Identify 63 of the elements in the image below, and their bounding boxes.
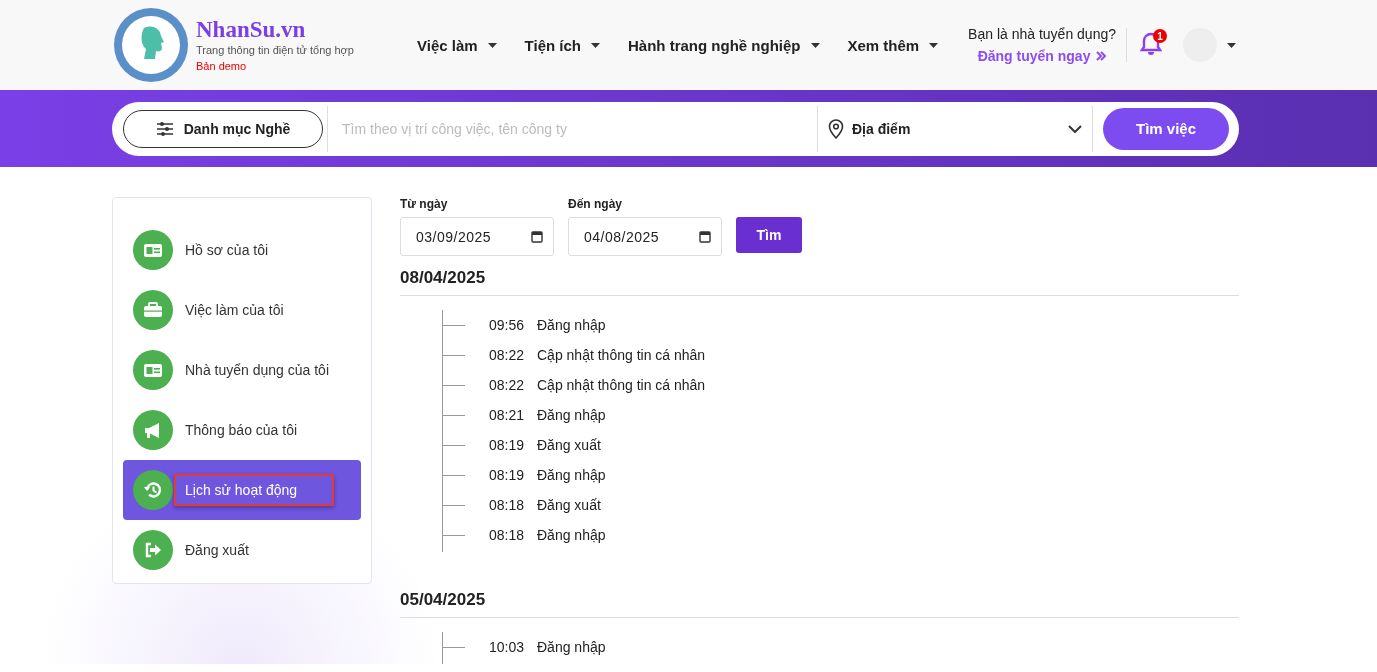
activity-text: Đăng nhập (537, 467, 606, 483)
megaphone-icon (133, 410, 173, 450)
location-dropdown[interactable]: Địa điểm (817, 105, 1093, 152)
activity-text: Cập nhật thông tin cá nhân (537, 347, 706, 363)
activity-text: Đăng nhập (537, 407, 606, 423)
calendar-icon[interactable] (699, 230, 711, 243)
activity-time: 08:21 (489, 407, 526, 423)
map-pin-icon (828, 118, 844, 139)
activity-text: Đăng xuất (537, 497, 601, 513)
activity-text: Đăng xuất (537, 437, 601, 453)
sliders-icon (155, 120, 174, 137)
sidebar-item[interactable]: Đăng xuất (123, 520, 361, 580)
activity-time: 08:18 (489, 527, 526, 543)
sidebar-item[interactable]: Thông báo của tôi (123, 400, 361, 460)
card-icon (133, 350, 173, 390)
calendar-icon[interactable] (531, 230, 543, 243)
logo-drawing[interactable] (112, 6, 190, 84)
activity-time: 08:19 (489, 467, 526, 483)
activity-time: 08:22 (489, 347, 526, 363)
category-button[interactable]: Danh mục Nghề (123, 109, 323, 148)
briefcase-icon (133, 290, 173, 330)
to-date-field[interactable]: 04/08/2025 (568, 217, 722, 256)
brand-name[interactable]: NhanSu.vn (196, 18, 386, 42)
caret-icon (591, 42, 600, 48)
sidebar-item[interactable]: Việc làm của tôi (123, 280, 361, 340)
nav-menu-item[interactable]: Hành trang nghề nghiệp (614, 36, 834, 54)
chevron-down-icon (1068, 124, 1082, 133)
caret-icon (1227, 42, 1236, 48)
date-heading: 08/04/2025 (400, 256, 1239, 296)
logout-icon (133, 530, 173, 570)
sidebar-item[interactable]: Hồ sơ của tôi (123, 220, 361, 280)
activity-text: Đăng nhập (537, 639, 606, 655)
activity-time: 10:03 (489, 639, 526, 655)
search-button[interactable]: Tìm (736, 217, 802, 253)
double-chevron-icon (1096, 51, 1107, 61)
activity-text: Đăng nhập (537, 317, 606, 333)
activity-time: 08:18 (489, 497, 526, 513)
demo-label: Bản demo (196, 60, 248, 72)
nav-menu-item[interactable]: Xem thêm (833, 36, 953, 54)
activity-time: 08:22 (489, 377, 526, 393)
employer-question: Bạn là nhà tuyển dụng? (968, 26, 1116, 42)
sidebar-item[interactable]: Nhà tuyển dụng của tôi (123, 340, 361, 400)
activity-text: Cập nhật thông tin cá nhân (537, 377, 706, 393)
search-jobs-button[interactable]: Tìm việc (1103, 107, 1229, 150)
history-icon (133, 470, 173, 510)
caret-icon (810, 42, 820, 48)
post-job-link[interactable]: Đăng tuyển ngay (977, 48, 1107, 64)
notification-count: 1 (1153, 29, 1167, 43)
activity-time: 09:56 (489, 317, 526, 333)
card-icon (133, 230, 173, 270)
from-date-field[interactable]: 03/09/2025 (400, 217, 554, 256)
nav-menu-item[interactable]: Việc làm (403, 36, 511, 54)
sidebar-item[interactable]: Lịch sử hoạt động (123, 460, 361, 520)
to-date-label: Đến ngày (568, 197, 623, 211)
caret-icon (487, 42, 497, 48)
date-heading: 05/04/2025 (400, 578, 1239, 618)
nav-menu-item[interactable]: Tiện ích (510, 36, 614, 54)
search-bar[interactable]: Danh mục Nghề Tìm theo vị trí công việc, tên công ty Địa điểm Tìm việc (112, 101, 1239, 156)
from-date-label: Từ ngày (400, 197, 449, 211)
activity-text: Đăng nhập (537, 527, 606, 543)
caret-icon (929, 42, 939, 48)
tagline: Trang thông tin điện tử tổng hợp (196, 44, 355, 56)
activity-time: 08:19 (489, 437, 526, 453)
